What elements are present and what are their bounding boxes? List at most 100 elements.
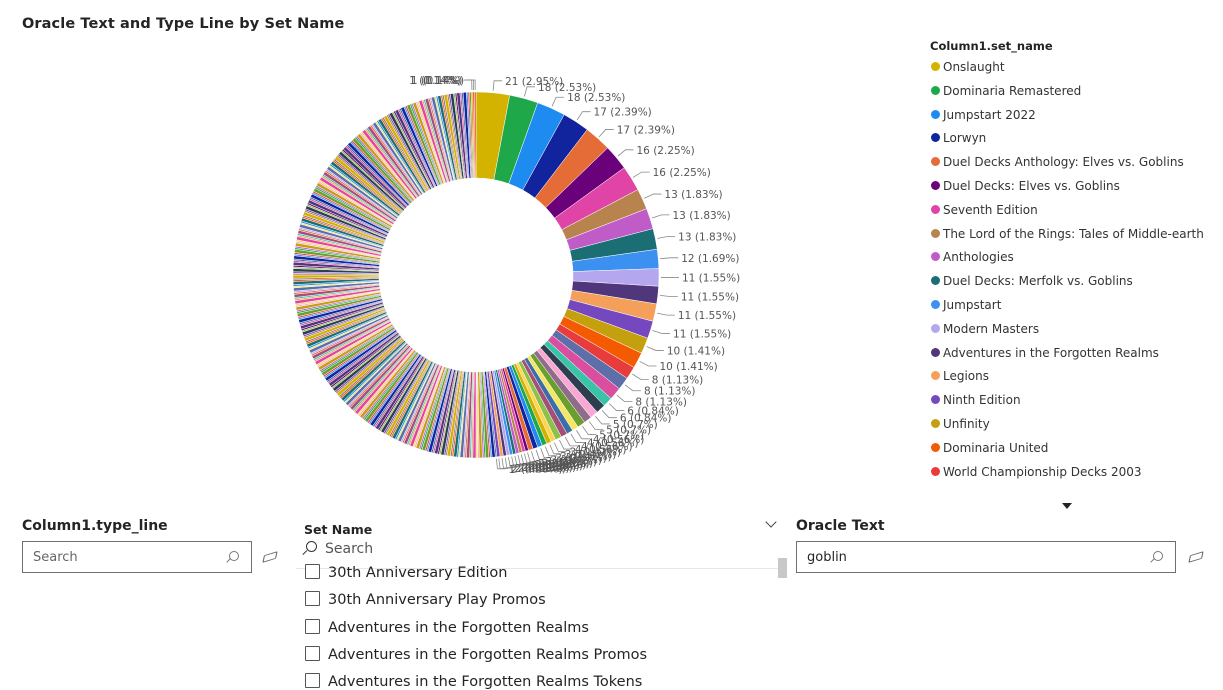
legend-item[interactable]: Anthologies: [931, 250, 1014, 264]
data-label: 13 (1.83%): [664, 189, 722, 201]
legend-item[interactable]: Dominaria United: [931, 441, 1048, 455]
legend-label: Anthologies: [943, 250, 1014, 264]
data-label: 12 (1.69%): [681, 253, 739, 265]
legend-label: Unfinity: [943, 417, 990, 431]
legend-swatch: [931, 371, 940, 380]
eraser-icon[interactable]: [262, 551, 277, 563]
leader-line: [577, 112, 590, 120]
legend-title: Column1.set_name: [930, 39, 1053, 53]
eraser-icon[interactable]: [1188, 551, 1203, 563]
leader-line: [644, 194, 661, 198]
set-name-option-label: Adventures in the Forgotten Realms Token…: [328, 674, 642, 690]
legend-swatch: [931, 110, 940, 119]
data-label: 13 (1.83%): [673, 210, 731, 222]
set-name-option[interactable]: Adventures in the Forgotten Realms: [305, 619, 589, 636]
leader-line: [660, 258, 678, 259]
search-icon: [1153, 551, 1163, 561]
legend-swatch: [931, 467, 940, 476]
legend-item[interactable]: World Championship Decks 2003: [931, 465, 1142, 479]
data-label: 16 (2.25%): [653, 167, 711, 179]
leader-line: [493, 81, 502, 91]
leader-line: [496, 459, 505, 469]
legend-swatch: [931, 276, 940, 285]
legend-item[interactable]: Lorwyn: [931, 131, 986, 145]
legend-swatch: [931, 181, 940, 190]
checkbox[interactable]: [305, 673, 320, 688]
legend-item[interactable]: Duel Decks Anthology: Elves vs. Goblins: [931, 155, 1184, 169]
scrollbar-thumb[interactable]: [778, 558, 787, 578]
legend-item[interactable]: Duel Decks: Elves vs. Goblins: [931, 179, 1120, 193]
type-line-search-input[interactable]: Search: [22, 541, 252, 573]
set-name-option[interactable]: Adventures in the Forgotten Realms Token…: [305, 673, 642, 690]
legend-item[interactable]: Onslaught: [931, 60, 1005, 74]
legend-item[interactable]: The Lord of the Rings: Tales of Middle-e…: [931, 227, 1204, 241]
data-label: 17 (2.39%): [617, 124, 675, 136]
set-name-option[interactable]: 30th Anniversary Edition: [305, 564, 508, 581]
legend-swatch: [931, 300, 940, 309]
legend-label: Seventh Edition: [943, 203, 1038, 217]
legend-swatch: [931, 62, 940, 71]
leader-line: [552, 97, 564, 106]
oracle-text-search-input[interactable]: goblin: [796, 541, 1176, 573]
data-label: 11 (1.55%): [678, 310, 736, 322]
legend-more-arrow-icon[interactable]: [1062, 503, 1072, 509]
legend-item[interactable]: Unfinity: [931, 417, 990, 431]
data-label: 13 (1.83%): [678, 232, 736, 244]
search-icon: [229, 551, 239, 561]
leader-line: [595, 416, 609, 424]
leader-line: [467, 80, 475, 90]
data-label: 16 (2.25%): [637, 145, 695, 157]
legend-swatch: [931, 133, 940, 142]
legend-label: The Lord of the Rings: Tales of Middle-e…: [943, 227, 1204, 241]
leader-line: [657, 313, 675, 315]
legend-swatch: [931, 395, 940, 404]
legend-swatch: [931, 324, 940, 333]
data-label: 11 (1.55%): [673, 328, 731, 340]
legend-item[interactable]: Jumpstart 2022: [931, 108, 1036, 122]
leader-line: [618, 150, 634, 156]
leader-line: [640, 361, 657, 366]
leader-line: [617, 395, 633, 401]
data-label: 11 (1.55%): [682, 273, 740, 285]
oracle-text-search-value: goblin: [807, 550, 847, 565]
set-name-option-label: 30th Anniversary Play Promos: [328, 592, 546, 608]
data-label: 10 (1.41%): [659, 361, 717, 373]
legend-swatch: [931, 86, 940, 95]
chevron-down-icon[interactable]: [765, 516, 776, 527]
legend-label: Duel Decks: Elves vs. Goblins: [943, 179, 1120, 193]
legend-item[interactable]: Jumpstart: [931, 298, 1001, 312]
set-name-option-label: Adventures in the Forgotten Realms: [328, 620, 589, 636]
legend-swatch: [931, 205, 940, 214]
checkbox[interactable]: [305, 646, 320, 661]
legend-item[interactable]: Adventures in the Forgotten Realms: [931, 346, 1159, 360]
legend-label: Duel Decks: Merfolk vs. Goblins: [943, 274, 1133, 288]
leader-line: [609, 403, 624, 410]
legend-item[interactable]: Duel Decks: Merfolk vs. Goblins: [931, 274, 1133, 288]
checkbox[interactable]: [305, 564, 320, 579]
legend-label: Modern Masters: [943, 322, 1039, 336]
legend-item[interactable]: Modern Masters: [931, 322, 1039, 336]
legend-item[interactable]: Ninth Edition: [931, 393, 1021, 407]
leader-line: [660, 295, 678, 296]
legend-label: Dominaria Remastered: [943, 84, 1081, 98]
data-label: 8 (1.13%): [652, 374, 704, 386]
legend-label: Lorwyn: [943, 131, 986, 145]
set-name-option-label: 30th Anniversary Edition: [328, 565, 508, 581]
legend-item[interactable]: Seventh Edition: [931, 203, 1038, 217]
legend-label: Legions: [943, 369, 989, 383]
checkbox[interactable]: [305, 619, 320, 634]
set-name-option[interactable]: Adventures in the Forgotten Realms Promo…: [305, 646, 647, 663]
data-label: 2 (0.28%): [511, 464, 563, 476]
leader-line: [632, 374, 648, 379]
legend-item[interactable]: Dominaria Remastered: [931, 84, 1081, 98]
legend-swatch: [931, 229, 940, 238]
type-line-slicer-title: Column1.type_line: [22, 518, 168, 534]
legend-item[interactable]: Legions: [931, 369, 989, 383]
donut-chart[interactable]: 21 (2.95%)18 (2.53%)18 (2.53%)17 (2.39%)…: [0, 0, 800, 500]
set-name-option[interactable]: 30th Anniversary Play Promos: [305, 591, 546, 608]
set-name-search-input[interactable]: Search: [325, 541, 373, 557]
oracle-text-slicer-title: Oracle Text: [796, 518, 885, 534]
leader-line: [524, 87, 535, 97]
legend-label: Adventures in the Forgotten Realms: [943, 346, 1159, 360]
checkbox[interactable]: [305, 591, 320, 606]
